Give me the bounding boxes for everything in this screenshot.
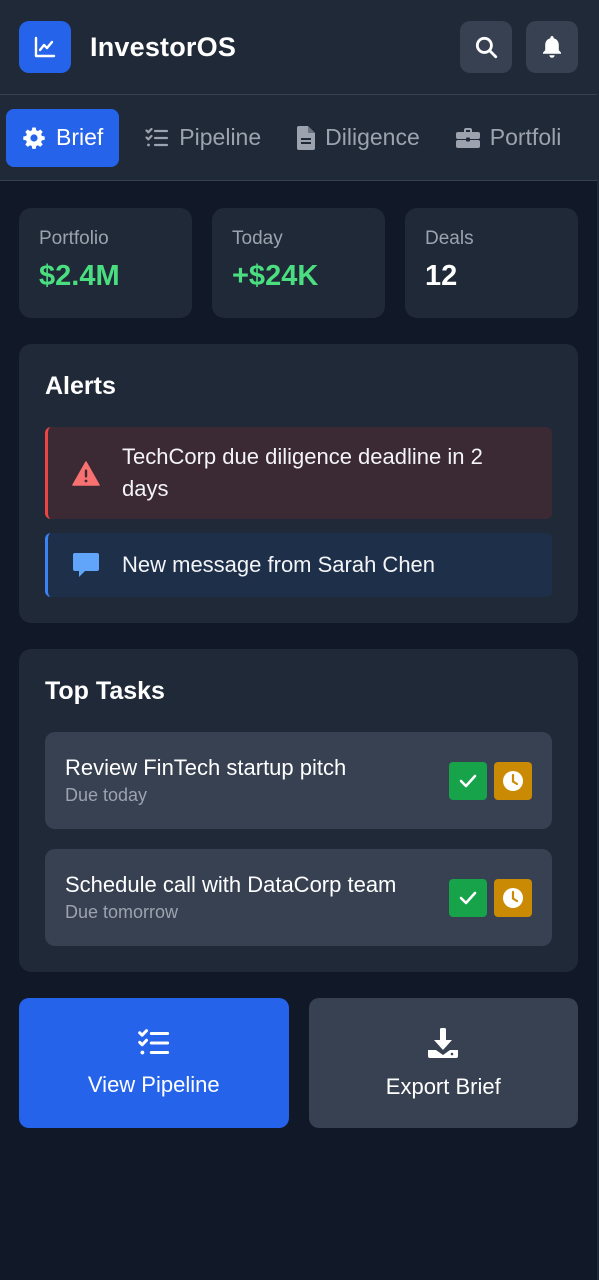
- stat-value: 12: [425, 260, 458, 292]
- alerts-title: Alerts: [45, 372, 116, 400]
- snooze-task-button[interactable]: [494, 761, 532, 800]
- check-icon: [459, 774, 477, 787]
- complete-task-button[interactable]: [449, 878, 487, 917]
- chart-line-icon: [34, 36, 56, 58]
- task-item[interactable]: Schedule call with DataCorp team Due tom…: [45, 849, 552, 946]
- tab-label: Diligence: [325, 124, 420, 150]
- app-root: InvestorOS Brief Pipeline Diligence Port…: [0, 0, 599, 1280]
- app-logo: [19, 21, 71, 73]
- stat-label: Deals: [425, 228, 474, 249]
- tasks-panel: Top Tasks Review FinTech startup pitch D…: [19, 649, 578, 972]
- stat-card-deals: Deals 12: [405, 208, 578, 318]
- stat-label: Today: [232, 228, 283, 249]
- export-brief-label: Export Brief: [385, 1074, 501, 1099]
- document-icon: [297, 125, 316, 150]
- stat-card-today: Today +$24K: [212, 208, 385, 318]
- tab-bar: Brief Pipeline Diligence Portfoli: [0, 95, 597, 181]
- stat-value: +$24K: [232, 260, 319, 292]
- tab-diligence[interactable]: Diligence: [279, 109, 438, 167]
- export-brief-button[interactable]: Export Brief: [308, 998, 578, 1128]
- snooze-task-button[interactable]: [494, 878, 532, 917]
- action-buttons: View Pipeline Export Brief: [0, 972, 597, 1128]
- tasks-icon: [137, 1029, 169, 1055]
- alert-item[interactable]: New message from Sarah Chen: [45, 533, 552, 597]
- view-pipeline-button[interactable]: View Pipeline: [19, 998, 289, 1128]
- gear-icon: [23, 127, 45, 149]
- task-text: Schedule call with DataCorp team Due tom…: [65, 872, 449, 923]
- tab-label: Brief: [56, 124, 104, 150]
- task-text: Review FinTech startup pitch Due today: [65, 755, 449, 806]
- alerts-panel: Alerts TechCorp due diligence deadline i…: [19, 344, 578, 623]
- stats-row: Portfolio $2.4M Today +$24K Deals 12: [0, 181, 597, 318]
- tasks-title: Top Tasks: [45, 677, 165, 705]
- task-actions: [449, 878, 532, 917]
- alert-icon-wrap: [62, 551, 110, 579]
- task-due: Due today: [65, 785, 148, 805]
- stat-card-portfolio: Portfolio $2.4M: [19, 208, 192, 318]
- app-title: InvestorOS: [90, 31, 237, 62]
- download-icon: [428, 1028, 459, 1058]
- view-pipeline-label: View Pipeline: [87, 1072, 220, 1097]
- task-title: Schedule call with DataCorp team: [65, 872, 397, 897]
- stat-label: Portfolio: [39, 228, 109, 249]
- tasks-icon: [145, 127, 169, 146]
- search-icon: [475, 36, 498, 59]
- notifications-button[interactable]: [526, 21, 578, 73]
- stat-value: $2.4M: [39, 260, 120, 292]
- message-icon: [73, 553, 99, 577]
- header-actions: [460, 21, 578, 73]
- clock-icon: [503, 887, 523, 908]
- check-icon: [459, 891, 477, 904]
- briefcase-icon: [455, 127, 480, 148]
- tab-pipeline[interactable]: Pipeline: [127, 109, 279, 167]
- task-due: Due tomorrow: [65, 902, 179, 922]
- alert-text: TechCorp due diligence deadline in 2 day…: [122, 444, 483, 501]
- tab-label: Pipeline: [179, 124, 262, 150]
- task-title: Review FinTech startup pitch: [65, 755, 347, 780]
- bell-icon: [543, 36, 561, 58]
- tab-portfolio[interactable]: Portfoli: [438, 109, 580, 167]
- clock-icon: [503, 770, 523, 791]
- alert-icon-wrap: [62, 460, 110, 486]
- tab-brief[interactable]: Brief: [6, 108, 120, 167]
- app-header: InvestorOS: [0, 0, 597, 95]
- search-button[interactable]: [460, 21, 512, 73]
- task-actions: [449, 761, 532, 800]
- tab-label: Portfoli: [489, 124, 562, 150]
- task-item[interactable]: Review FinTech startup pitch Due today: [45, 732, 552, 829]
- alert-text: New message from Sarah Chen: [122, 552, 436, 577]
- alert-item[interactable]: TechCorp due diligence deadline in 2 day…: [45, 427, 552, 519]
- complete-task-button[interactable]: [449, 761, 487, 800]
- warning-icon: [72, 460, 100, 486]
